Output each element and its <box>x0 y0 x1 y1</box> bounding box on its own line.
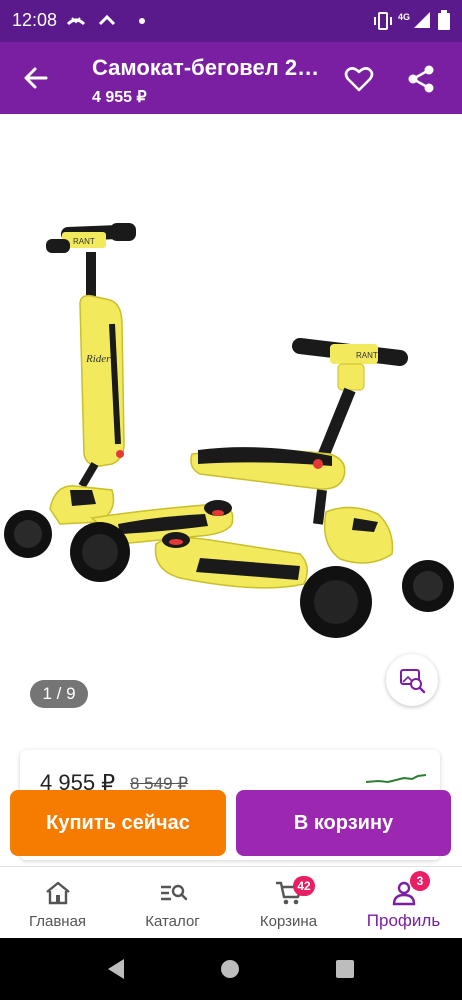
back-arrow-icon[interactable] <box>22 64 50 92</box>
system-navigation-bar <box>0 938 462 1000</box>
system-recents-icon[interactable] <box>336 960 354 978</box>
network-type-label: 4G <box>398 12 411 22</box>
buy-now-button[interactable]: Купить сейчас <box>10 790 226 856</box>
scooter-product-image: RANT Rider RANT <box>4 223 454 638</box>
share-icon[interactable] <box>406 64 436 94</box>
svg-text:RANT: RANT <box>73 237 95 246</box>
favorite-heart-icon[interactable] <box>344 64 374 94</box>
product-title: Самокат-беговел 2 в 1 <box>92 55 322 80</box>
visual-search-icon <box>400 669 426 694</box>
svg-text:RANT: RANT <box>356 351 378 360</box>
nav-label-home: Главная <box>28 913 87 930</box>
nav-label-profile: Профиль <box>366 911 441 930</box>
image-counter: 1 / 9 <box>30 680 88 708</box>
nav-item-cart[interactable]: 42 Корзина <box>231 867 346 939</box>
chevron-up-icon <box>98 14 116 26</box>
profile-badge: 3 <box>410 871 430 891</box>
scooter-left-illustration: RANT Rider <box>4 223 234 582</box>
nav-item-catalog[interactable]: Каталог <box>115 867 230 939</box>
catalog-search-icon <box>161 884 188 901</box>
header-price: 4 955 ₽ <box>92 89 147 106</box>
image-search-button[interactable] <box>386 654 438 706</box>
signal-icon <box>414 12 430 28</box>
home-icon <box>46 881 70 905</box>
notification-dot-icon <box>139 18 145 24</box>
nav-item-home[interactable]: Главная <box>0 867 115 939</box>
status-bar: 12:08 4G <box>0 0 462 42</box>
nav-label-cart: Корзина <box>259 913 318 930</box>
scooter-right-illustration: RANT <box>154 338 454 638</box>
price-trend-icon <box>366 774 426 784</box>
bottom-navigation: Главная Каталог 42 Корзина 3 Профиль <box>0 866 462 939</box>
product-image-gallery[interactable]: RANT Rider RANT <box>0 114 462 734</box>
cart-badge: 42 <box>293 876 315 896</box>
system-back-icon[interactable] <box>106 958 126 980</box>
vibrate-icon <box>374 12 392 30</box>
nav-item-profile[interactable]: 3 Профиль <box>346 867 461 939</box>
system-home-icon[interactable] <box>220 959 240 979</box>
missed-call-icon <box>66 17 86 26</box>
status-time: 12:08 <box>12 10 58 30</box>
nav-label-catalog: Каталог <box>145 913 200 930</box>
add-to-cart-button[interactable]: В корзину <box>236 790 451 856</box>
battery-icon <box>438 10 450 30</box>
svg-text:Rider: Rider <box>85 353 111 365</box>
app-bar: Самокат-беговел 2 в 1 4 955 ₽ <box>0 42 462 114</box>
